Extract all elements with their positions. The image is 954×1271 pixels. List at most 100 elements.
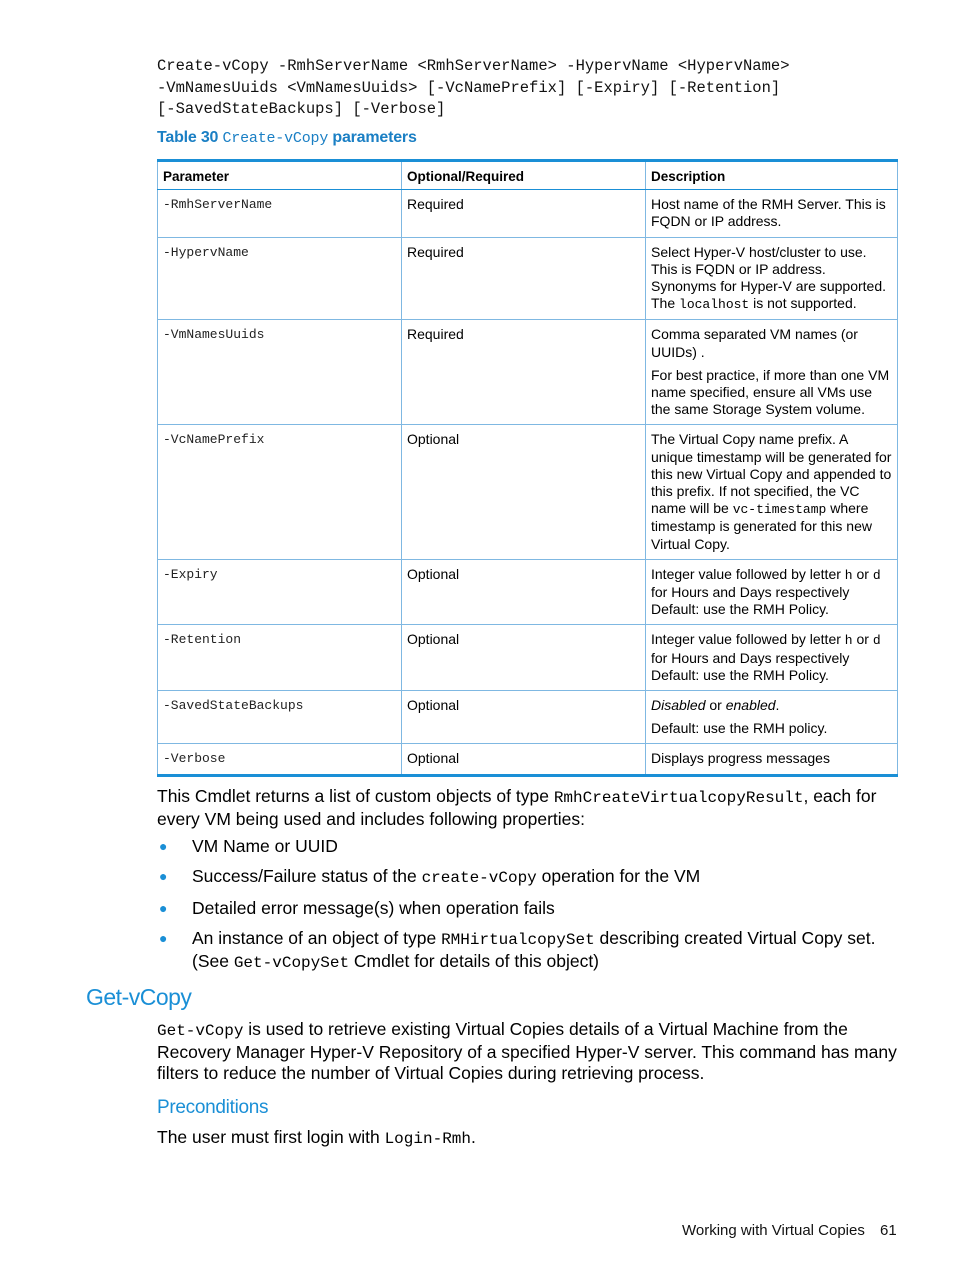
list-item-text: operation for the VM	[536, 866, 701, 886]
table-row: -Retention Optional Integer value followed…	[157, 624, 898, 692]
parameter-name: -Retention	[157, 624, 402, 692]
description-text: Default: use the RMH policy.	[651, 720, 828, 737]
description-text: or	[852, 565, 873, 582]
table-caption-number: Table 30	[157, 129, 219, 146]
inline-code: d	[872, 633, 881, 649]
footer-chapter: Working with Virtual Copies	[682, 1222, 865, 1239]
table-caption-label: parameters	[332, 129, 417, 146]
list-item: ● VM Name or UUID	[157, 836, 902, 857]
header-parameter: Parameter	[157, 158, 402, 191]
description-text: for Hours and Days respectively Default:…	[651, 649, 850, 683]
footer-page-number: 61	[880, 1222, 897, 1239]
parameter-requirement: Required	[401, 319, 646, 426]
description-paragraph: The Virtual Copy name prefix. A unique t…	[651, 431, 892, 552]
description-paragraph: Disabled or enabled.	[651, 697, 892, 714]
description-text: Displays progress messages	[651, 750, 830, 767]
parameter-description: Select Hyper-V host/cluster to use. This…	[645, 236, 898, 321]
inline-code: localhost	[679, 297, 750, 313]
description-text: Integer value followed by letter	[651, 565, 845, 582]
emphasis-text: Disabled	[651, 697, 706, 714]
return-description: This Cmdlet returns a list of custom obj…	[157, 786, 902, 830]
precondition-code: Login-Rmh	[384, 1130, 471, 1148]
inline-code: vc-timestamp	[732, 502, 827, 518]
description-text: .	[775, 697, 780, 714]
list-item-text: VM Name or UUID	[192, 836, 338, 856]
table-row: -VmNamesUuids Required Comma separated VM …	[157, 319, 898, 426]
parameter-requirement: Optional	[401, 424, 646, 560]
precondition-lead: The user must first login with	[157, 1127, 385, 1147]
inline-code: RMHirtualcopySet	[441, 931, 595, 949]
inline-code: h	[844, 567, 853, 583]
parameter-name: -VcNamePrefix	[157, 424, 402, 560]
parameter-requirement: Optional	[401, 558, 646, 626]
parameter-requirement: Optional	[401, 743, 646, 777]
syntax-line: [-SavedStateBackups] [-Verbose]	[157, 100, 446, 118]
parameter-description: Integer value followed by letter h or d …	[645, 558, 898, 626]
description-text: or	[852, 631, 873, 648]
syntax-line: Create-vCopy -RmhServerName <RmhServerNa…	[157, 57, 790, 75]
parameter-description: Disabled or enabled. Default: use the RMH…	[645, 690, 898, 745]
description-text: or	[705, 697, 726, 714]
parameters-table: Parameter Optional/Required Description …	[157, 158, 898, 777]
inline-code: h	[844, 633, 853, 649]
intro-text: is used to retrieve existing Virtual Cop…	[157, 1019, 897, 1083]
return-text-before: This Cmdlet returns a list of custom obj…	[157, 786, 554, 806]
parameter-description: Comma separated VM names (or UUIDs) . For…	[645, 319, 898, 426]
parameter-requirement: Required	[401, 236, 646, 321]
description-paragraph: Integer value followed by letter h or d …	[651, 631, 892, 684]
bullet-icon: ●	[159, 900, 168, 916]
parameter-requirement: Optional	[401, 690, 646, 745]
table-row: -HypervName Required Select Hyper-V host/c…	[157, 236, 898, 321]
parameter-description: Host name of the RMH Server. This is FQD…	[645, 189, 898, 238]
table-caption-code: Create-vCopy	[222, 130, 329, 147]
parameter-description: Displays progress messages	[645, 743, 898, 777]
table-header-row: Parameter Optional/Required Description	[157, 158, 898, 191]
list-item-text: Success/Failure status of the	[192, 866, 422, 886]
description-paragraph: Host name of the RMH Server. This is FQD…	[651, 196, 892, 230]
description-text: Host name of the RMH Server. This is FQD…	[651, 196, 886, 230]
section-heading: Get-vCopy	[86, 984, 192, 1010]
description-text: for Hours and Days respectively Default:…	[651, 584, 850, 618]
description-paragraph: Default: use the RMH policy.	[651, 720, 892, 737]
description-paragraph: Displays progress messages	[651, 750, 892, 767]
list-item-text: Detailed error message(s) when operation…	[192, 898, 555, 918]
bullet-icon: ●	[159, 838, 168, 854]
section-intro: Get-vCopy is used to retrieve existing V…	[157, 1019, 902, 1084]
table-row: -Expiry Optional Integer value followed by…	[157, 558, 898, 626]
inline-code: Get-vCopySet	[233, 954, 350, 972]
table-row: -RmhServerName Required Host name of the R…	[157, 189, 898, 238]
description-text: Comma separated VM names (or UUIDs) .	[651, 326, 858, 360]
table-row: -Verbose Optional Displays progress messag…	[157, 743, 898, 777]
bullet-icon: ●	[159, 868, 168, 884]
parameter-name: -VmNamesUuids	[157, 319, 402, 426]
return-type-code: RmhCreateVirtualcopyResult	[553, 789, 804, 807]
parameter-requirement: Required	[401, 189, 646, 238]
description-text: For best practice, if more than one VM n…	[651, 366, 890, 418]
table-caption: Table 30 Create-vCopy parameters	[157, 129, 417, 147]
bullet-icon: ●	[159, 930, 168, 946]
table-row: -SavedStateBackups Optional Disabled or en…	[157, 690, 898, 745]
parameter-name: -RmhServerName	[157, 189, 402, 238]
precondition-text: The user must first login with Login-Rmh…	[157, 1127, 902, 1150]
description-paragraph: Comma separated VM names (or UUIDs) .	[651, 326, 892, 360]
description-paragraph: Select Hyper-V host/cluster to use. This…	[651, 244, 892, 314]
parameter-name: -HypervName	[157, 236, 402, 321]
parameter-description: The Virtual Copy name prefix. A unique t…	[645, 424, 898, 560]
precondition-end: .	[471, 1127, 476, 1147]
header-description: Description	[645, 158, 898, 191]
intro-code: Get-vCopy	[157, 1022, 244, 1040]
emphasis-text: enabled	[725, 697, 776, 714]
description-text: Integer value followed by letter	[651, 631, 845, 648]
inline-code: d	[872, 567, 881, 583]
list-item: ● Detailed error message(s) when operatio…	[157, 898, 902, 919]
description-text: is not supported.	[749, 295, 857, 312]
table-row: -VcNamePrefix Optional The Virtual Copy na…	[157, 424, 898, 560]
list-item-text: Cmdlet for details of this object)	[349, 951, 600, 971]
cmdlet-syntax: Create-vCopy -RmhServerName <RmhServerNa…	[157, 56, 897, 121]
list-item: ● Success/Failure status of the create-vC…	[157, 866, 902, 889]
parameter-name: -SavedStateBackups	[157, 690, 402, 745]
subsection-heading: Preconditions	[157, 1097, 269, 1118]
inline-code: create-vCopy	[421, 869, 537, 887]
syntax-line: -VmNamesUuids <VmNamesUuids> [-VcNamePre…	[157, 78, 781, 97]
parameter-requirement: Optional	[401, 624, 646, 692]
